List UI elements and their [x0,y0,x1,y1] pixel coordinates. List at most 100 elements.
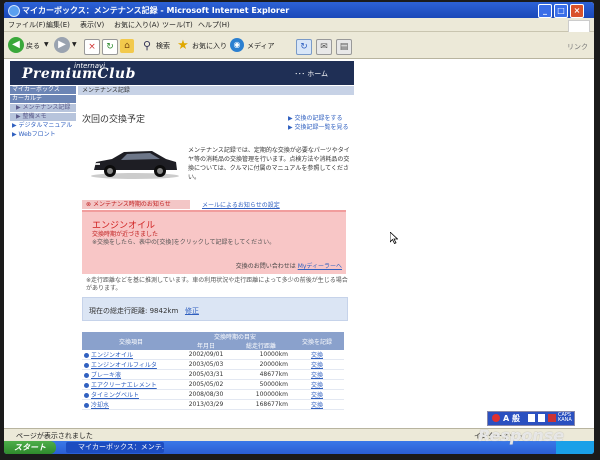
taskbar-window-button[interactable]: マイカーボックス：メンテ... [66,442,164,453]
row-date: 2008/08/30 [180,389,232,400]
row-action-link[interactable]: 交換 [290,359,344,370]
forward-arrow-icon[interactable]: ▶ [54,37,70,53]
close-button[interactable]: × [570,4,584,18]
dealer-link[interactable]: Myディーラーへ [298,263,342,270]
notice-icon: ⊗ [86,201,93,208]
table-row: エンジンオイルフィルタ 2003/05/03 20000km 交換 [82,359,344,370]
stop-icon[interactable]: × [84,39,100,55]
table-row: エンジンオイル 2002/09/01 10000km 交換 [82,350,344,360]
main-panel: メンテナンス記録 次回の交換予定 ▶ 交換の記録をする ▶ 交換記録一覧を見る … [78,86,354,410]
alert-box: エンジンオイル 交換時期が近づきました ※交換をしたら、表中の[交換]をクリック… [82,210,346,274]
item-bullet-icon [84,403,89,408]
page-content: internavi PremiumClub ･･･ ホーム マイカーボックス カ… [4,59,594,428]
table-row: 冷却水 2013/03/29 168677km 交換 [82,399,344,410]
record-link[interactable]: ▶ 交換の記録をする [288,114,349,123]
row-distance: 100000km [232,389,290,400]
row-item-label[interactable]: ブレーキ液 [91,372,121,379]
row-item[interactable]: エンジンオイルフィルタ [82,359,180,370]
title-bar: マイカーボックス：メンテナンス記録 - Microsoft Internet E… [4,2,594,18]
help-icon[interactable] [548,414,556,422]
estimate-note: ※走行距離などを基に推測しています。車の利用状況や走行距離によって多少の前後が生… [86,277,348,292]
col-header-date: 年月日 [180,341,232,350]
menu-favorites[interactable]: お気に入り(A) [114,20,159,30]
menu-file[interactable]: ファイル(F) [8,20,46,30]
item-bullet-icon [84,393,89,398]
mail-icon[interactable]: ✉ [316,39,332,55]
status-text: ページが表示されました [16,432,93,440]
row-item[interactable]: エアクリーナエレメント [82,379,180,390]
ime-tool-icon[interactable] [538,414,545,422]
minimize-button[interactable]: _ [538,4,552,18]
menu-edit[interactable]: 編集(E) [46,20,70,30]
odometer-label: 現在の総走行距離: [89,307,148,315]
odometer-edit-link[interactable]: 修正 [185,307,199,315]
alert-hint: ※交換をしたら、表中の[交換]をクリックして記録をしてください。 [92,239,276,246]
history-link[interactable]: ▶ 交換記録一覧を見る [288,123,349,132]
caps-kana-label: CAPS KANA [558,412,572,423]
odometer-line: 現在の総走行距離: 9842km 修正 [89,306,199,316]
print-icon[interactable]: ▤ [336,39,352,55]
sidebar-item-web-front[interactable]: ▶ Webフロント [10,131,76,140]
row-item[interactable]: 冷却水 [82,399,180,410]
language-bar[interactable]: A 般 CAPS KANA [487,411,575,426]
links-label[interactable]: リンク [567,42,588,52]
description-text: メンテナンス記録では、定期的な交換が必要なパーツやタイヤ等の消耗品の交換管理を行… [188,147,350,181]
row-date: 2002/09/01 [180,350,232,360]
row-distance: 48677km [232,369,290,380]
chevron-down-icon[interactable]: ▼ [72,41,77,48]
refresh-icon[interactable]: ↻ [102,39,118,55]
favorites-button-label[interactable]: お気に入り [192,41,227,51]
chevron-down-icon[interactable]: ▼ [44,41,49,48]
mouse-cursor-icon [390,232,398,244]
history-icon[interactable]: ↻ [296,39,312,55]
home-link[interactable]: ･･･ ホーム [294,69,328,79]
search-icon[interactable]: ⚲ [140,39,154,53]
media-globe-icon[interactable]: ◉ [230,38,244,52]
row-item-label[interactable]: 冷却水 [91,402,109,409]
row-item[interactable]: ブレーキ液 [82,369,180,380]
page-title: 次回の交換予定 [82,115,146,125]
maximize-button[interactable]: □ [554,4,568,18]
menu-tools[interactable]: ツール(T) [162,20,193,30]
row-item[interactable]: エンジンオイル [82,350,180,360]
mail-notify-link[interactable]: メールによるお知らせの設定 [202,200,280,209]
row-action-link[interactable]: 交換 [290,350,344,360]
row-item-label[interactable]: タイミングベルト [91,392,139,399]
row-action-link[interactable]: 交換 [290,379,344,390]
row-distance: 50000km [232,379,290,390]
ime-pad-icon[interactable] [528,414,535,422]
ime-icon[interactable] [492,414,500,422]
row-item[interactable]: タイミングベルト [82,389,180,400]
sidebar-item-carkarte[interactable]: カーカルテ [10,95,76,104]
watermark: Response [478,426,565,445]
toolbar: ◀ 戻る ▼ ▶ ▼ × ↻ ⌂ ⚲ 検索 ★ お気に入り ◉ メディア ↻ ✉… [4,32,594,59]
record-links: ▶ 交換の記録をする ▶ 交換記録一覧を見る [288,114,349,132]
sidebar-item-maintenance[interactable]: ▶ メンテナンス記録 [10,104,76,113]
search-button-label[interactable]: 検索 [156,41,170,51]
menu-help[interactable]: ヘルプ(H) [198,20,230,30]
sidebar: マイカーボックス カーカルテ ▶ メンテナンス記録 ▶ 整備メモ ▶ デジタルマ… [10,86,76,140]
row-action-link[interactable]: 交換 [290,399,344,410]
favorites-star-icon[interactable]: ★ [176,39,190,53]
row-distance: 20000km [232,359,290,370]
start-button[interactable]: スタート [4,441,56,454]
site-logo[interactable]: PremiumClub [22,66,136,82]
sidebar-item-memo[interactable]: ▶ 整備メモ [10,113,76,122]
row-item-label[interactable]: エアクリーナエレメント [91,382,157,389]
sidebar-item-mycarbox[interactable]: マイカーボックス [10,86,76,95]
media-button-label[interactable]: メディア [247,41,275,51]
row-action-link[interactable]: 交換 [290,389,344,400]
ime-mode-label[interactable]: A 般 [503,413,520,424]
car-image [91,151,179,179]
home-icon[interactable]: ⌂ [120,39,134,53]
back-button-label[interactable]: 戻る [26,41,40,51]
menu-view[interactable]: 表示(V) [80,20,104,30]
sidebar-item-digital-manual[interactable]: ▶ デジタルマニュアル [10,122,76,131]
back-arrow-icon[interactable]: ◀ [8,37,24,53]
row-item-label[interactable]: エンジンオイルフィルタ [91,362,157,369]
row-item-label[interactable]: エンジンオイル [91,352,133,359]
site-banner: internavi PremiumClub ･･･ ホーム [10,61,354,85]
col-header-group: 交換時期の目安 [180,332,290,341]
row-distance: 168677km [232,399,290,410]
row-action-link[interactable]: 交換 [290,369,344,380]
